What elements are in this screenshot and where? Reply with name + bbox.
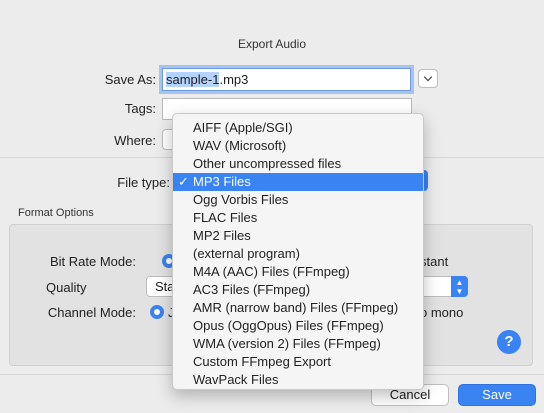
file-type-dropdown-menu: AIFF (Apple/SGI) WAV (Microsoft) Other u… xyxy=(172,113,424,390)
menu-item-label: WavPack Files xyxy=(193,372,279,387)
menu-item[interactable]: AMR (narrow band) Files (FFmpeg) xyxy=(173,299,423,317)
menu-item[interactable]: WAV (Microsoft) xyxy=(173,137,423,155)
bit-rate-constant-label: stant xyxy=(420,254,449,269)
channel-mode-radio-selected[interactable] xyxy=(150,305,164,319)
menu-item-label: Other uncompressed files xyxy=(193,156,342,171)
filename-extension: .mp3 xyxy=(219,72,249,87)
file-type-label: File type: xyxy=(117,175,170,190)
menu-item-label: M4A (AAC) Files (FFmpeg) xyxy=(193,264,350,279)
menu-item[interactable]: Ogg Vorbis Files xyxy=(173,191,423,209)
menu-item-label: Custom FFmpeg Export xyxy=(193,354,331,369)
menu-item[interactable]: M4A (AAC) Files (FFmpeg) xyxy=(173,263,423,281)
menu-item[interactable]: WMA (version 2) Files (FFmpeg) xyxy=(173,335,423,353)
menu-item[interactable]: (external program) xyxy=(173,245,423,263)
menu-item[interactable]: AC3 Files (FFmpeg) xyxy=(173,281,423,299)
menu-item[interactable]: AIFF (Apple/SGI) xyxy=(173,119,423,137)
expand-dialog-button[interactable] xyxy=(418,69,438,88)
force-mono-label: o mono xyxy=(420,305,464,320)
menu-item-label: Opus (OggOpus) Files (FFmpeg) xyxy=(193,318,384,333)
menu-item-label: AIFF (Apple/SGI) xyxy=(193,120,293,135)
menu-item-label: Ogg Vorbis Files xyxy=(193,192,289,207)
menu-item-label: MP3 Files xyxy=(193,174,251,189)
where-label: Where: xyxy=(114,133,156,148)
dialog-title: Export Audio xyxy=(237,37,307,51)
save-button[interactable]: Save xyxy=(458,384,536,406)
bit-rate-mode-label: Bit Rate Mode: xyxy=(50,254,136,269)
menu-item-label: AC3 Files (FFmpeg) xyxy=(193,282,311,297)
format-options-label: Format Options xyxy=(18,207,94,219)
menu-item-label: FLAC Files xyxy=(193,210,258,225)
menu-item-label: WMA (version 2) Files (FFmpeg) xyxy=(193,336,381,351)
save-as-label: Save As: xyxy=(104,72,156,87)
menu-item[interactable]: Custom FFmpeg Export xyxy=(173,353,423,371)
filename-input[interactable]: sample-1.mp3 xyxy=(162,68,411,91)
menu-item[interactable]: Opus (OggOpus) Files (FFmpeg) xyxy=(173,317,423,335)
menu-item[interactable]: FLAC Files xyxy=(173,209,423,227)
menu-item-label: AMR (narrow band) Files (FFmpeg) xyxy=(193,300,399,315)
menu-item-label: WAV (Microsoft) xyxy=(193,138,287,153)
menu-item[interactable]: MP2 Files xyxy=(173,227,423,245)
filename-selected-text: sample-1 xyxy=(166,72,220,87)
menu-item[interactable]: Other uncompressed files xyxy=(173,155,423,173)
menu-item-selected[interactable]: ✓ MP3 Files xyxy=(173,173,423,191)
help-button[interactable]: ? xyxy=(497,330,521,354)
menu-item-label: MP2 Files xyxy=(193,228,251,243)
quality-label: Quality xyxy=(46,280,87,295)
menu-item-label: (external program) xyxy=(193,246,300,261)
tags-label: Tags: xyxy=(124,101,156,116)
chevron-down-icon xyxy=(423,72,433,82)
checkmark-icon: ✓ xyxy=(178,174,189,189)
popup-arrows-icon: ▲ ▼ xyxy=(451,276,468,297)
menu-item[interactable]: WavPack Files xyxy=(173,371,423,389)
channel-mode-label: Channel Mode: xyxy=(47,305,136,320)
